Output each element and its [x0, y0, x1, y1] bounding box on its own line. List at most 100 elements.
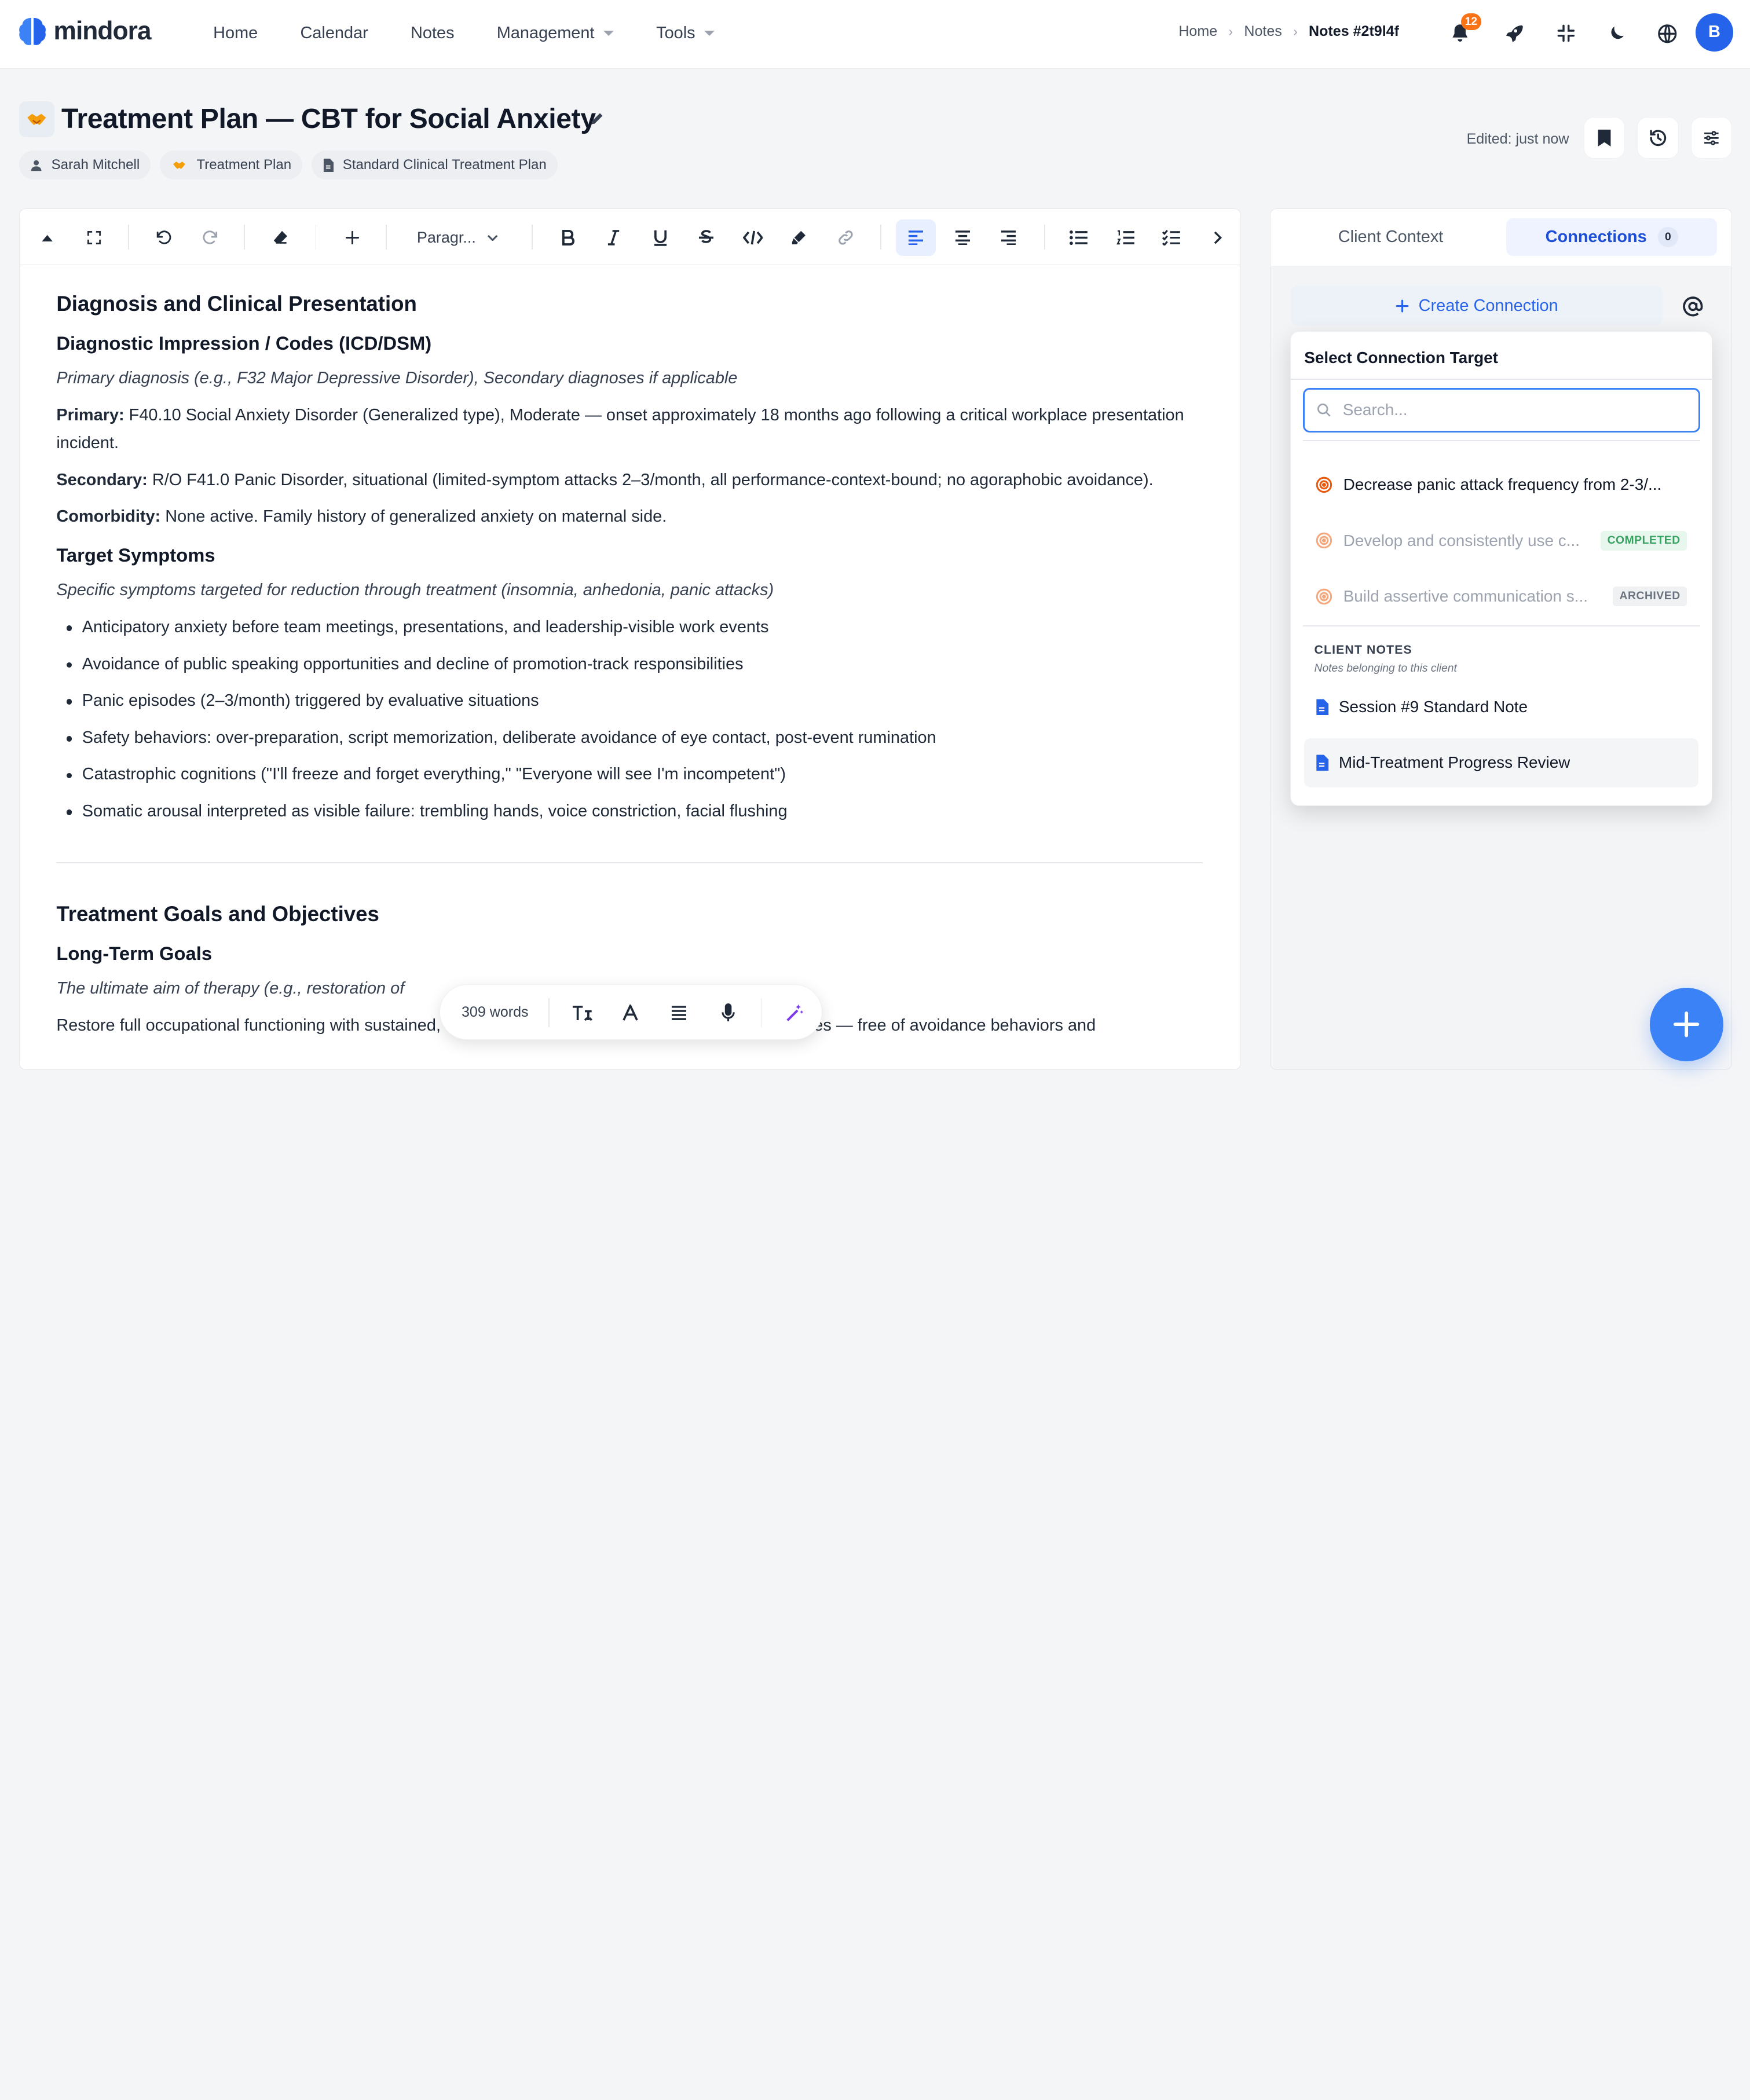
goal-item[interactable]: Develop and consistently use c... COMPLE… [1304, 516, 1698, 565]
language-button[interactable] [1651, 17, 1685, 50]
eraser-icon [272, 229, 290, 247]
launch-button[interactable] [1498, 17, 1532, 50]
ai-assist-button[interactable] [779, 998, 808, 1027]
chip-note-type[interactable]: Treatment Plan [159, 151, 303, 180]
goal-label: Decrease panic attack frequency from 2-3… [1343, 475, 1662, 494]
edited-status: Edited: just now [1466, 130, 1569, 147]
connection-search-field[interactable] [1303, 387, 1701, 433]
paragraph-style-select[interactable]: Paragr... [417, 219, 498, 256]
align-center-icon [954, 230, 971, 245]
list-item: Avoidance of public speaking opportuniti… [56, 650, 1206, 678]
tab-client-context[interactable]: Client Context [1282, 218, 1500, 256]
font-letter-icon [622, 1004, 638, 1021]
bullet-list-icon [1070, 230, 1088, 245]
underline-icon [653, 229, 668, 246]
brain-logo-icon [18, 16, 47, 47]
underline-button[interactable] [640, 219, 680, 256]
chevron-right-icon: › [1293, 24, 1298, 39]
breadcrumb-notes[interactable]: Notes [1244, 23, 1282, 40]
italic-button[interactable] [593, 219, 633, 256]
goal-item[interactable]: Decrease panic attack frequency from 2-3… [1304, 460, 1698, 510]
more-tools-button[interactable] [1198, 219, 1238, 256]
connection-search-input[interactable] [1342, 401, 1678, 420]
align-left-button[interactable] [895, 219, 936, 256]
mention-button[interactable] [1678, 292, 1707, 321]
chevron-down-icon [704, 31, 715, 36]
chip-label: Sarah Mitchell [51, 157, 140, 173]
highlighter-icon [790, 229, 808, 247]
bold-button[interactable] [547, 219, 587, 256]
toolbar-divider [244, 225, 246, 250]
dictation-button[interactable] [714, 998, 743, 1027]
font-button[interactable] [616, 998, 645, 1027]
plus-icon [345, 230, 360, 245]
logo[interactable]: mindora [18, 16, 152, 47]
edit-title-button[interactable] [590, 111, 605, 126]
create-connection-button[interactable]: Create Connection [1291, 286, 1663, 325]
theme-toggle-button[interactable] [1601, 17, 1634, 50]
globe-icon [1656, 23, 1679, 45]
dropdown-title: Select Connection Target [1304, 349, 1498, 367]
checklist-button[interactable] [1151, 219, 1191, 256]
avatar[interactable]: B [1695, 13, 1734, 52]
undo-button[interactable] [144, 219, 184, 256]
history-button[interactable] [1637, 117, 1679, 159]
text-size-button[interactable] [568, 998, 596, 1027]
menu-item-calendar[interactable]: Calendar [300, 24, 368, 43]
numbered-list-button[interactable] [1105, 219, 1145, 256]
insert-block-button[interactable] [332, 219, 372, 256]
primary-label: Primary: [56, 405, 125, 424]
menu-item-home[interactable]: Home [213, 24, 258, 43]
align-center-button[interactable] [943, 219, 983, 256]
strikethrough-button[interactable] [686, 219, 726, 256]
add-button[interactable] [1649, 987, 1723, 1061]
goal-item[interactable]: Build assertive communication s... ARCHI… [1304, 572, 1698, 621]
collapse-toolbar-button[interactable] [27, 219, 67, 256]
moon-icon [1607, 23, 1627, 43]
bookmark-icon [1597, 129, 1612, 148]
menu-item-tools[interactable]: Tools [656, 24, 715, 43]
chevron-right-icon [1214, 231, 1222, 244]
document-content[interactable]: Diagnosis and Clinical Presentation Diag… [56, 289, 1206, 1039]
title-emoji-button[interactable] [19, 101, 55, 138]
strikethrough-icon [698, 229, 715, 246]
list-item: Somatic arousal interpreted as visible f… [56, 797, 1206, 825]
line-spacing-icon [671, 1005, 687, 1020]
editor-toolbar: Paragr... [19, 209, 1241, 265]
settings-button[interactable] [1691, 117, 1733, 159]
chip-template[interactable]: Standard Clinical Treatment Plan [311, 151, 558, 180]
clear-formatting-button[interactable] [261, 219, 301, 256]
chevron-down-icon [487, 234, 498, 241]
secondary-label: Secondary: [56, 470, 148, 489]
chip-label: Standard Clinical Treatment Plan [342, 157, 547, 173]
highlight-button[interactable] [778, 219, 818, 256]
align-right-button[interactable] [989, 219, 1028, 256]
italic-icon [607, 230, 620, 245]
note-editor: Paragr... Diagnosis and Clinical Present… [19, 208, 1242, 1071]
toolbar-divider [127, 225, 129, 250]
tab-connections[interactable]: Connections 0 [1506, 218, 1718, 256]
menu-item-notes[interactable]: Notes [411, 24, 455, 43]
note-item[interactable]: Mid-Treatment Progress Review [1304, 738, 1698, 787]
menu-item-label: Tools [656, 24, 695, 43]
code-button[interactable] [733, 219, 773, 256]
document-icon [1315, 699, 1329, 716]
fullscreen-button[interactable] [74, 219, 114, 256]
bookmark-button[interactable] [1583, 117, 1625, 159]
link-button[interactable] [825, 219, 865, 256]
breadcrumb-home[interactable]: Home [1178, 23, 1217, 40]
notifications-button[interactable]: 12 [1443, 13, 1481, 50]
line-spacing-button[interactable] [665, 998, 694, 1027]
bullet-list-button[interactable] [1059, 219, 1099, 256]
plus-icon [1673, 1011, 1700, 1038]
rocket-icon [1503, 23, 1526, 45]
menu-item-management[interactable]: Management [497, 24, 614, 43]
fullscreen-exit-button[interactable] [1549, 17, 1583, 50]
history-icon [1648, 127, 1669, 149]
redo-button[interactable] [191, 219, 230, 256]
toolbar-divider [880, 225, 881, 250]
note-item[interactable]: Session #9 Standard Note [1304, 683, 1698, 732]
plus-icon [1395, 299, 1409, 313]
secondary-text: R/O F41.0 Panic Disorder, situational (l… [147, 470, 1154, 489]
chip-client[interactable]: Sarah Mitchell [19, 151, 151, 180]
